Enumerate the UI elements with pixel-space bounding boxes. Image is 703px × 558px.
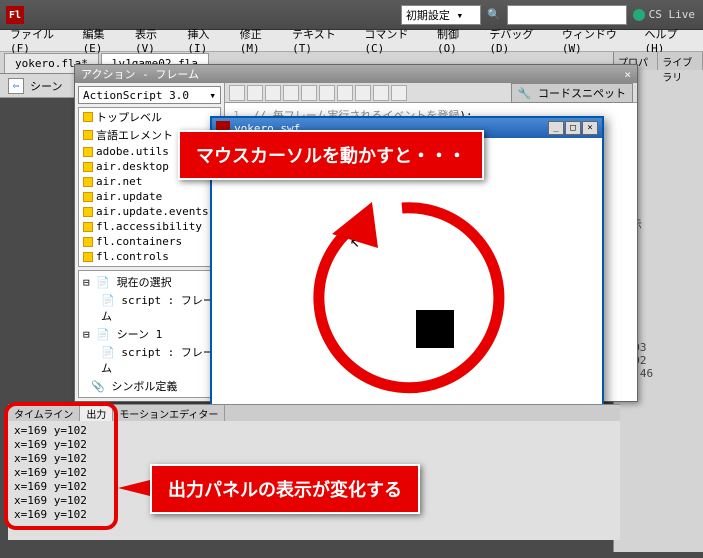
toolbar-button[interactable] <box>355 85 371 101</box>
package-icon <box>83 252 93 262</box>
menu-bar: ファイル(F) 編集(E) 表示(V) 挿入(I) 修正(M) テキスト(T) … <box>0 30 703 52</box>
toolbar-button[interactable] <box>301 85 317 101</box>
actionscript-version-dropdown[interactable]: ActionScript 3.0▾ <box>78 86 221 104</box>
toolbar-button[interactable] <box>283 85 299 101</box>
package-icon <box>83 130 93 140</box>
cs-live-icon <box>633 9 645 21</box>
toolbar-button[interactable] <box>229 85 245 101</box>
flash-logo-icon: Fl <box>6 6 24 24</box>
toolbar-button[interactable] <box>265 85 281 101</box>
toolbar-button[interactable] <box>337 85 353 101</box>
close-icon[interactable]: × <box>624 68 631 81</box>
tab-motion-editor[interactable]: モーションエディター <box>113 405 225 421</box>
menu-debug[interactable]: デバッグ(D) <box>483 24 554 57</box>
menu-modify[interactable]: 修正(M) <box>234 24 284 57</box>
package-icon <box>83 162 93 172</box>
menu-commands[interactable]: コマンド(C) <box>358 24 429 57</box>
minimize-button[interactable]: _ <box>548 121 564 135</box>
maximize-button[interactable]: □ <box>565 121 581 135</box>
cursor-icon: ↖ <box>350 232 360 251</box>
annotation-highlight-box <box>4 402 118 530</box>
list-item: fl.accessibility <box>79 219 220 234</box>
code-toolbar: 🔧 コードスニペット <box>225 83 637 103</box>
list-item: fl.controls.dataGridClasses <box>79 264 220 267</box>
close-button[interactable]: × <box>582 121 598 135</box>
toolbar-button[interactable] <box>391 85 407 101</box>
list-item: fl.containers <box>79 234 220 249</box>
cs-live-button[interactable]: CS Live <box>633 8 695 21</box>
package-icon <box>83 267 85 268</box>
code-snippet-button[interactable]: 🔧 コードスニペット <box>511 83 633 103</box>
toolbar-button[interactable] <box>373 85 389 101</box>
toolbar-button[interactable] <box>319 85 335 101</box>
annotation-callout-2: 出力パネルの表示が変化する <box>150 464 420 514</box>
search-input[interactable] <box>507 5 627 25</box>
tab-library[interactable]: ライブラリ <box>658 52 703 70</box>
script-tree[interactable]: ⊟ 📄 現在の選択 📄 script : フレーム ⊟ 📄 シーン 1 📄 sc… <box>78 270 221 398</box>
list-item: トップレベル <box>79 108 220 126</box>
search-icon: 🔍 <box>487 8 501 21</box>
list-item: fl.controls <box>79 249 220 264</box>
chevron-down-icon: ▾ <box>209 89 216 102</box>
menu-control[interactable]: 制御(O) <box>431 24 481 57</box>
package-icon <box>83 147 93 157</box>
black-square <box>416 310 454 348</box>
list-item: air.update <box>79 189 220 204</box>
toolbar-button[interactable] <box>247 85 263 101</box>
package-icon <box>83 177 93 187</box>
package-icon <box>83 112 93 122</box>
scene-back-icon[interactable]: ⇦ <box>8 78 24 94</box>
package-icon <box>83 222 93 232</box>
actions-titlebar[interactable]: アクション - フレーム× <box>75 65 637 83</box>
package-icon <box>83 237 93 247</box>
list-item: air.update.events <box>79 204 220 219</box>
annotation-callout-1: マウスカーソルを動かすと・・・ <box>178 130 484 180</box>
scene-label: シーン <box>30 78 62 94</box>
package-icon <box>83 192 93 202</box>
package-icon <box>83 207 93 217</box>
workspace-preset-dropdown[interactable]: 初期設定 ▾ <box>401 5 481 25</box>
menu-text[interactable]: テキスト(T) <box>286 24 356 57</box>
